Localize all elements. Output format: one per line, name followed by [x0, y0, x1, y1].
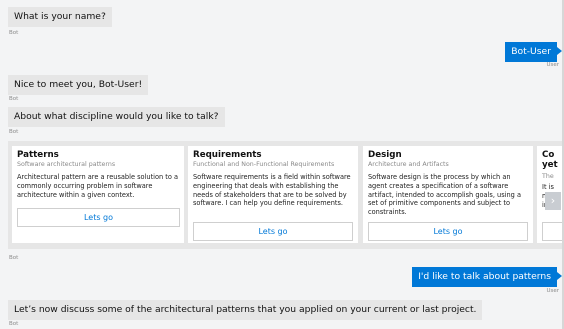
- sender-label: User: [546, 288, 559, 294]
- lets-go-button[interactable]: Lets go: [193, 222, 353, 241]
- card-subtitle: Functional and Non-Functional Requiremen…: [193, 161, 335, 168]
- chat-transcript: What is your name? Bot Bot-User User Nic…: [0, 0, 562, 329]
- sender-label: Bot: [9, 321, 19, 327]
- lets-go-button[interactable]: Lets go: [17, 208, 180, 227]
- sender-label: Bot: [9, 30, 19, 36]
- card-title: Co yet: [542, 150, 558, 170]
- card-subtitle: Architecture and Artifacts: [368, 161, 449, 168]
- card-subtitle: The: [542, 173, 554, 180]
- lets-go-button[interactable]: [542, 222, 562, 241]
- bot-message: What is your name?: [8, 7, 112, 27]
- sender-label: Bot: [9, 129, 19, 135]
- sender-label: Bot: [9, 255, 19, 261]
- chevron-right-icon[interactable]: ›: [545, 192, 561, 210]
- card-text: Software design is the process by which …: [368, 173, 521, 217]
- discipline-carousel: Patterns Software architectural patterns…: [8, 141, 562, 249]
- bot-message: About what discipline would you like to …: [8, 107, 225, 127]
- user-message: Bot-User: [505, 42, 562, 62]
- sender-label: Bot: [9, 96, 19, 102]
- card-title: Design: [368, 150, 402, 160]
- card-text: Architectural pattern are a reusable sol…: [17, 173, 179, 199]
- sender-label: User: [546, 62, 559, 68]
- card-design: Design Architecture and Artifacts Softwa…: [363, 146, 533, 243]
- card-patterns: Patterns Software architectural patterns…: [12, 146, 184, 243]
- card-text: Software requirements is a field within …: [193, 173, 351, 208]
- card-title: Patterns: [17, 150, 59, 160]
- card-title: Requirements: [193, 150, 262, 160]
- card-requirements: Requirements Functional and Non-Function…: [188, 146, 358, 243]
- bot-message: Let’s now discuss some of the architectu…: [8, 300, 483, 320]
- bot-message: Nice to meet you, Bot-User!: [8, 75, 149, 95]
- lets-go-button[interactable]: Lets go: [368, 222, 528, 241]
- user-message: I'd like to talk about patterns: [412, 267, 562, 287]
- card-subtitle: Software architectural patterns: [17, 161, 116, 168]
